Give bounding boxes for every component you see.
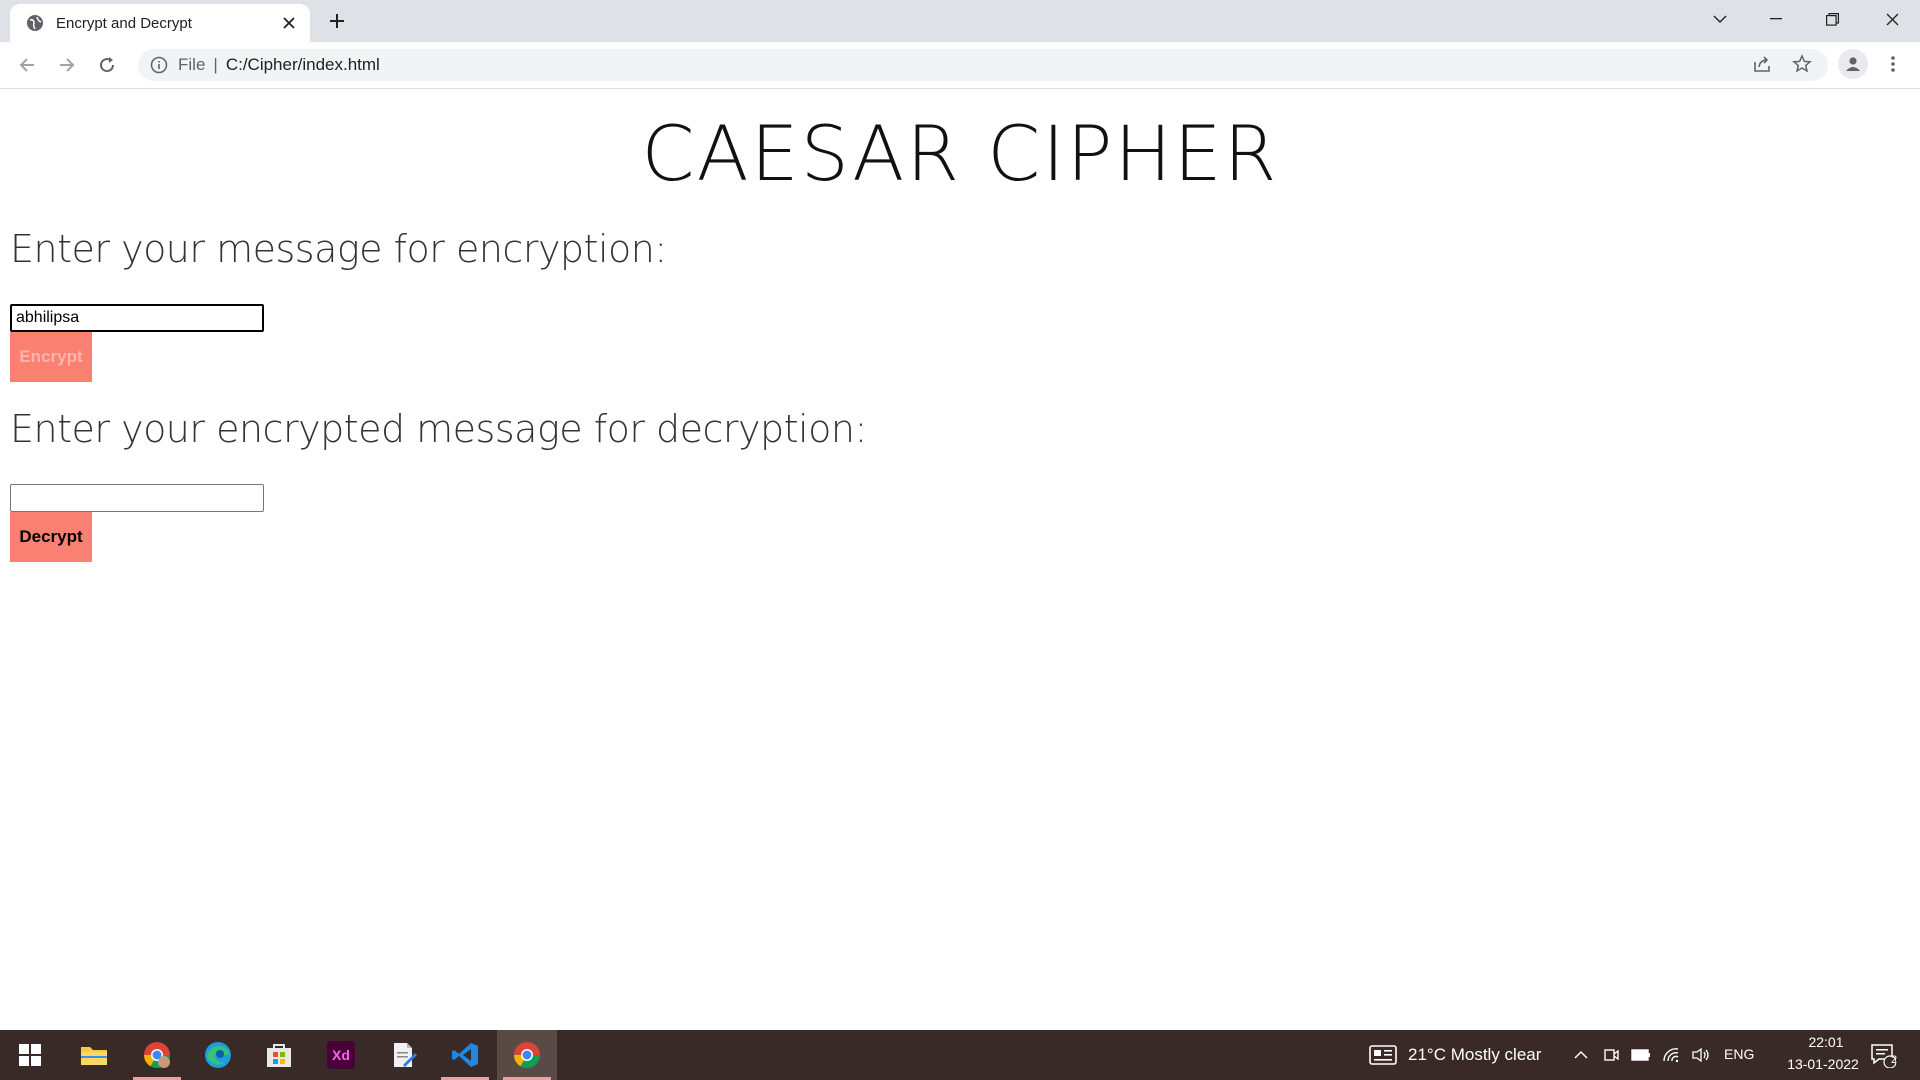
encrypt-label: Enter your message for encryption: — [10, 227, 667, 271]
edge-icon[interactable] — [188, 1030, 248, 1080]
chrome-profile-icon[interactable] — [127, 1030, 187, 1080]
new-tab-button[interactable] — [322, 8, 352, 34]
web-page: CAESAR CIPHER Enter your message for enc… — [0, 89, 1920, 1030]
tab-title: Encrypt and Decrypt — [56, 14, 192, 32]
windows-taskbar: Xd 21°C Mostly clear ENG 22:01 13-01-202… — [0, 1030, 1920, 1080]
adobe-xd-icon[interactable]: Xd — [311, 1030, 371, 1080]
close-window-icon[interactable] — [1864, 0, 1920, 38]
forward-arrow-icon[interactable] — [52, 50, 82, 80]
share-icon[interactable] — [1747, 49, 1777, 79]
weather-widget-icon[interactable] — [1368, 1044, 1398, 1066]
decrypt-label: Enter your encrypted message for decrypt… — [10, 407, 867, 451]
notification-center-icon[interactable]: 2 — [1868, 1040, 1898, 1070]
language-indicator[interactable]: ENG — [1724, 1046, 1754, 1062]
restore-icon[interactable] — [1804, 0, 1860, 38]
encrypt-input[interactable] — [10, 304, 264, 332]
address-scheme: File — [178, 55, 206, 74]
page-title: CAESAR CIPHER — [641, 109, 1279, 198]
chevron-up-icon[interactable] — [1570, 1044, 1592, 1066]
browser-tab-strip: Encrypt and Decrypt — [0, 0, 1920, 42]
clock-time[interactable]: 22:01 — [1790, 1034, 1862, 1050]
bookmark-star-icon[interactable] — [1787, 49, 1817, 79]
windows-start-icon[interactable] — [0, 1030, 60, 1080]
tab-search-icon[interactable] — [1692, 0, 1748, 38]
wifi-icon[interactable] — [1660, 1044, 1682, 1066]
profile-avatar-icon[interactable] — [1838, 49, 1868, 79]
file-explorer-icon[interactable] — [64, 1030, 124, 1080]
back-arrow-icon[interactable] — [12, 50, 42, 80]
microsoft-store-icon[interactable] — [249, 1030, 309, 1080]
clock-date[interactable]: 13-01-2022 — [1768, 1056, 1878, 1072]
chrome-icon[interactable] — [497, 1030, 557, 1080]
address-bar[interactable]: File | C:/Cipher/index.html — [138, 49, 1828, 81]
document-editor-icon[interactable] — [373, 1030, 433, 1080]
close-tab-icon[interactable] — [280, 14, 298, 32]
svg-text:Xd: Xd — [332, 1047, 350, 1063]
browser-tab[interactable]: Encrypt and Decrypt — [10, 4, 310, 42]
reload-icon[interactable] — [92, 50, 122, 80]
globe-icon — [26, 14, 44, 32]
menu-kebab-icon[interactable] — [1878, 49, 1908, 79]
browser-toolbar: File | C:/Cipher/index.html — [0, 42, 1920, 89]
battery-icon[interactable] — [1630, 1044, 1652, 1066]
notification-count-badge: 2 — [1890, 1054, 1898, 1066]
meet-now-icon[interactable] — [1600, 1044, 1622, 1066]
encrypt-button[interactable]: Encrypt — [10, 332, 92, 382]
vscode-icon[interactable] — [435, 1030, 495, 1080]
info-icon[interactable] — [150, 56, 168, 74]
decrypt-input[interactable] — [10, 484, 264, 512]
address-separator: | — [213, 55, 218, 74]
weather-text[interactable]: 21°C Mostly clear — [1408, 1045, 1541, 1065]
address-url: C:/Cipher/index.html — [225, 55, 380, 74]
decrypt-button[interactable]: Decrypt — [10, 512, 92, 562]
minimize-icon[interactable] — [1748, 0, 1804, 38]
volume-icon[interactable] — [1690, 1044, 1712, 1066]
